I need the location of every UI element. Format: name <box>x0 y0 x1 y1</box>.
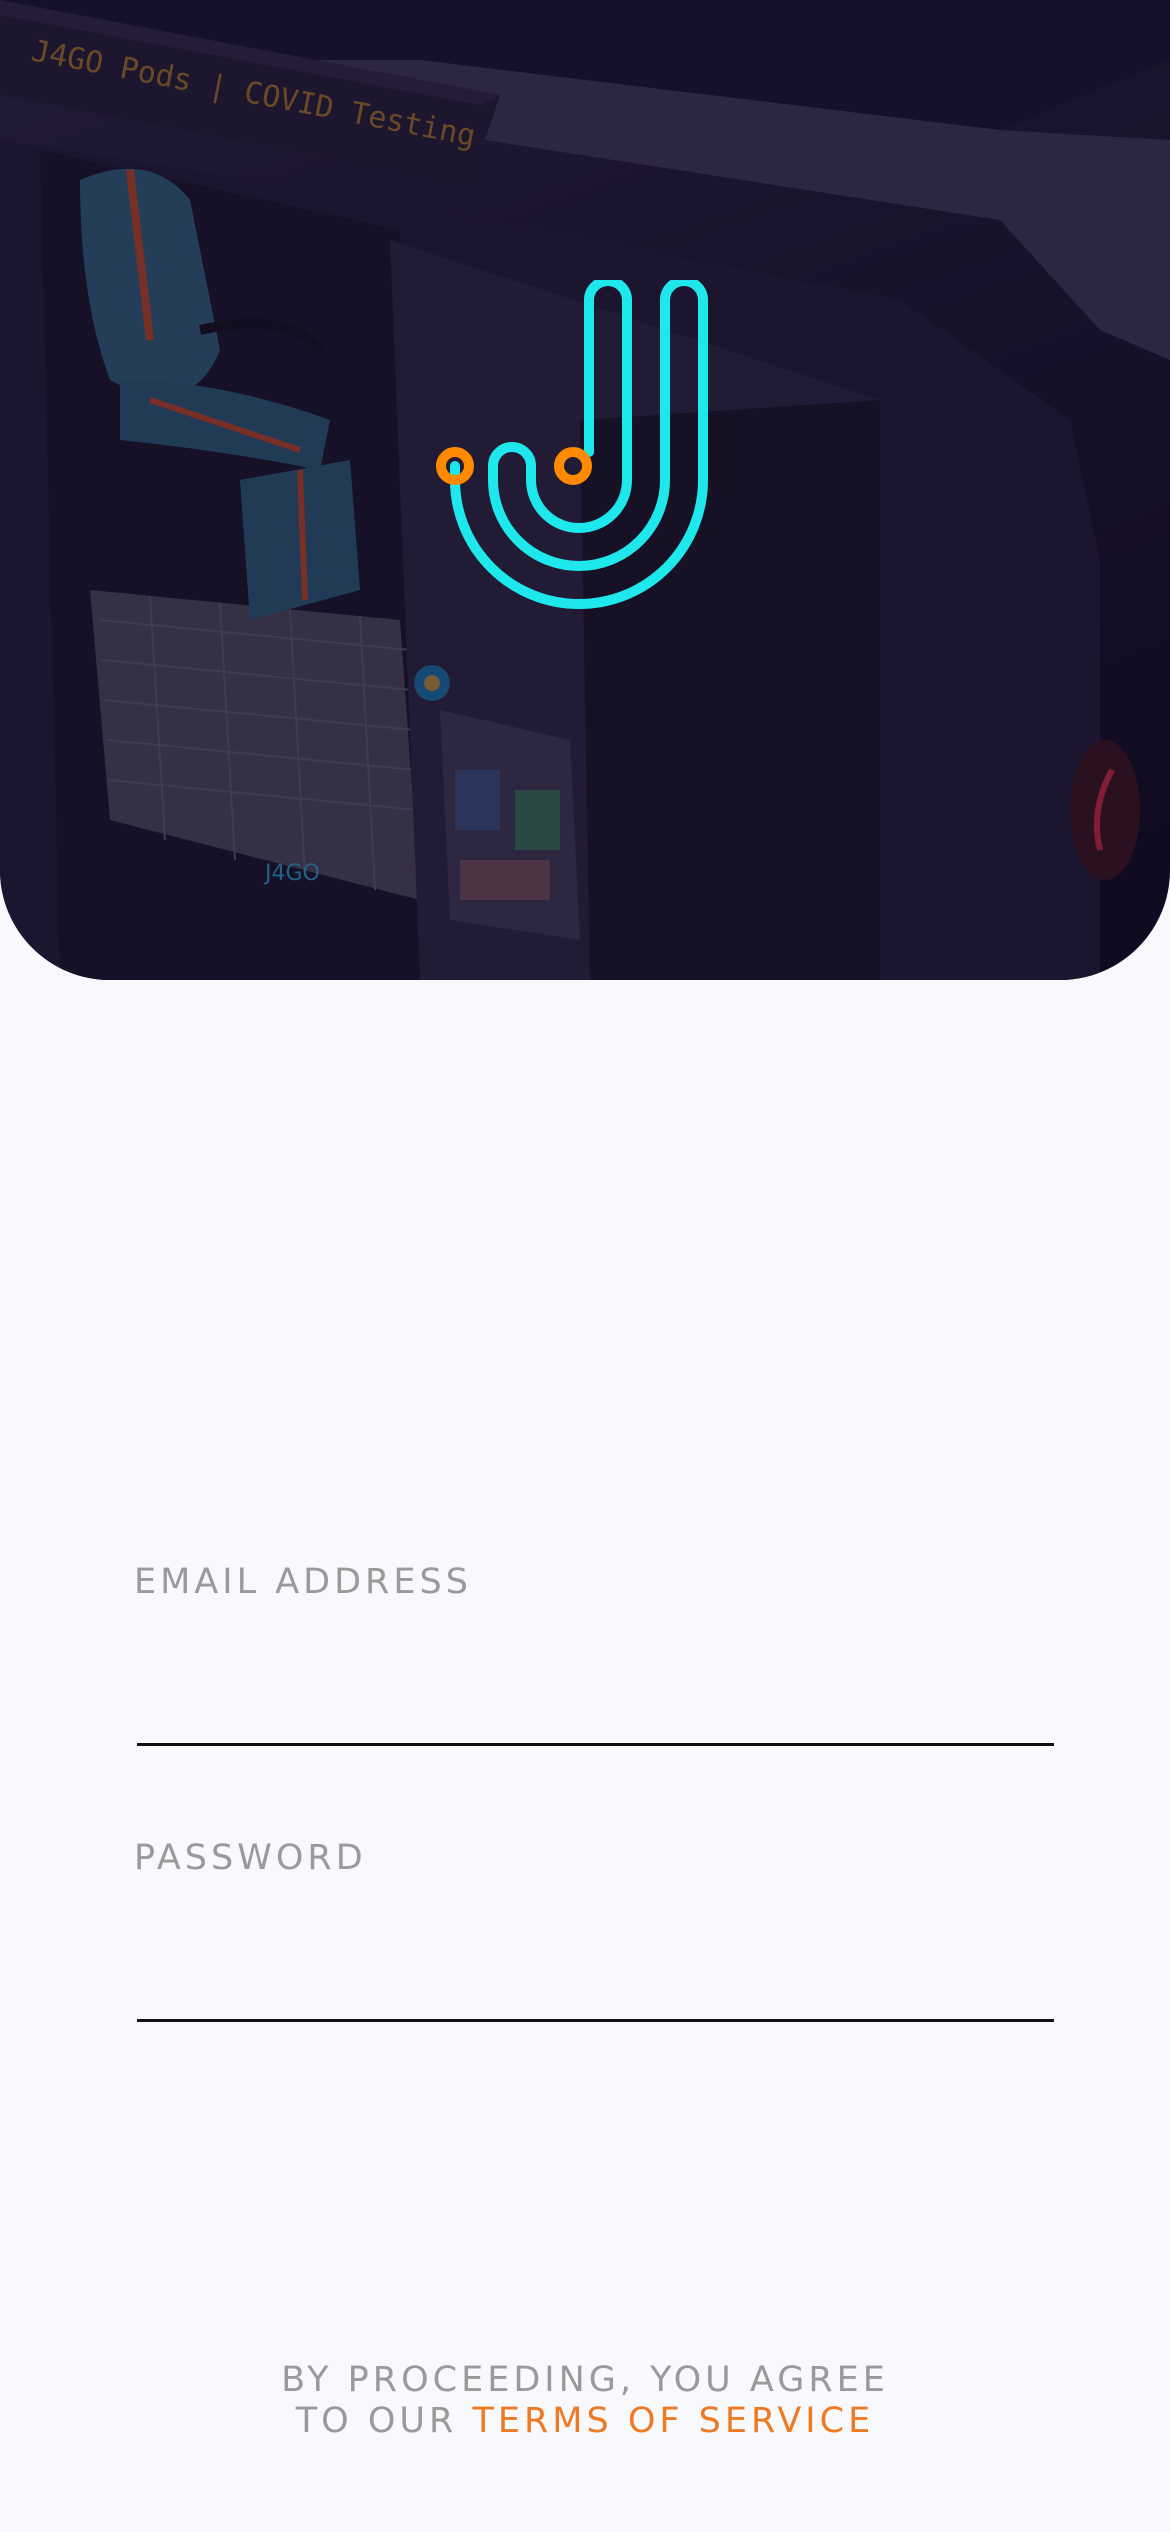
terms-notice-line2: TO OUR TERMS OF SERVICE <box>0 2401 1170 2442</box>
password-input[interactable] <box>137 1949 1054 2022</box>
terms-notice-line1: BY PROCEEDING, YOU AGREE <box>281 2360 889 2400</box>
email-input[interactable] <box>137 1673 1054 1746</box>
email-label: EMAIL ADDRESS <box>134 1562 472 1602</box>
jago-logo-icon <box>436 280 708 609</box>
terms-notice-prefix: TO OUR <box>295 2401 473 2441</box>
terms-notice: BY PROCEEDING, YOU AGREE TO OUR TERMS OF… <box>0 2360 1170 2442</box>
terms-of-service-link[interactable]: TERMS OF SERVICE <box>472 2401 874 2441</box>
hero-image: J4GO Pods | COVID Testing J4GO <box>0 0 1170 980</box>
password-label: PASSWORD <box>134 1838 367 1878</box>
